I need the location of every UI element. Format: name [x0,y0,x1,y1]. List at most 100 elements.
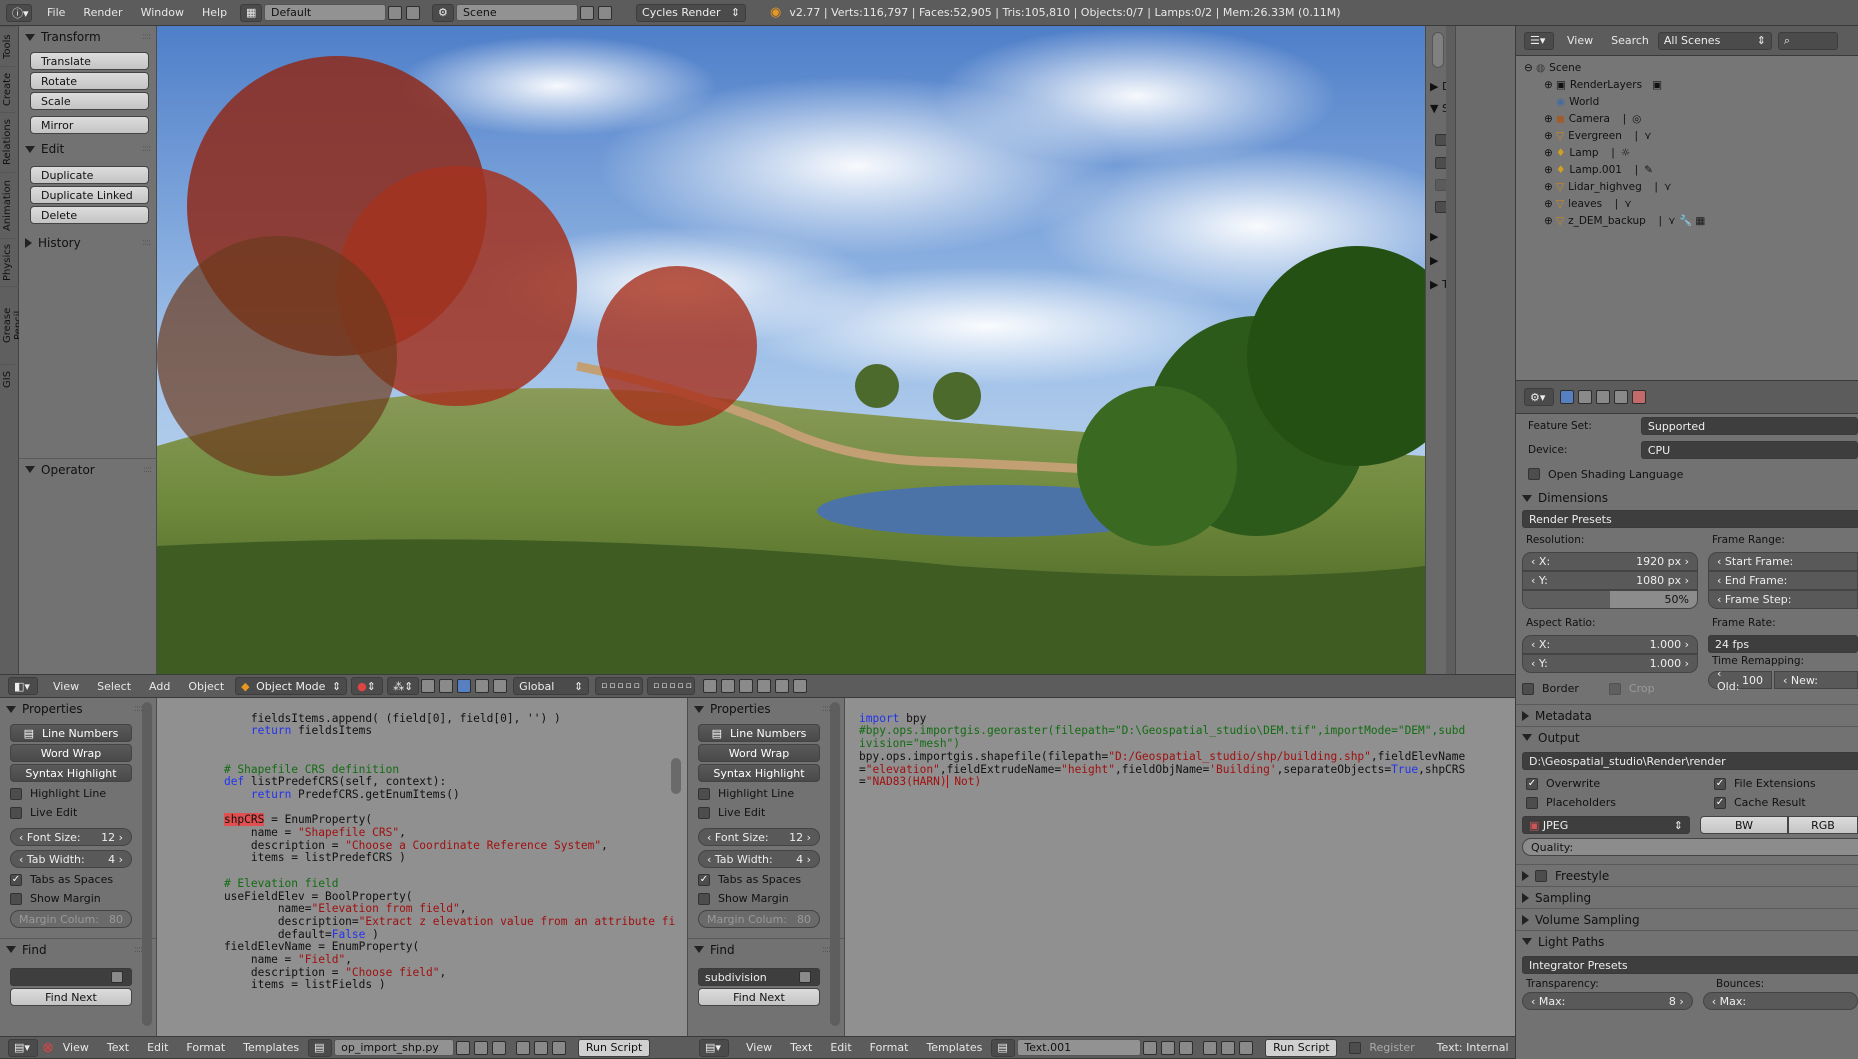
outliner-item-zdem[interactable]: ⊕ ▽ z_DEM_backup ❘ ⋎ 🔧 ▦ [1524,212,1858,229]
viewport-menu-view[interactable]: View [44,680,88,693]
volume-sampling-header[interactable]: Volume Sampling [1516,908,1858,930]
scene-tab-icon[interactable] [1596,390,1610,404]
line-numbers-toggle-left[interactable]: ▤ Line Numbers [10,724,132,742]
menu-file[interactable]: File [38,6,74,19]
time-remap-old-field[interactable]: ‹ Old: 100 [1708,667,1772,693]
aspect-x-field[interactable]: ‹ X: 1.000 › [1522,635,1698,654]
time-remap-new-field[interactable]: ‹ New: [1774,671,1858,689]
tab-width-field-right[interactable]: ‹ Tab Width: 4 › [698,850,820,868]
resolution-y-field[interactable]: ‹ Y: 1080 px › [1522,571,1698,590]
text-left-menu-edit[interactable]: Edit [138,1041,177,1054]
translate-manipulator-icon[interactable] [439,679,454,693]
viewport-properties-strip[interactable]: ▶ Di ▼ S ▶ ▶ ▶ Tr [1425,26,1456,674]
text-right-unlink-icon[interactable] [1179,1040,1194,1055]
delete-button[interactable]: Delete [30,206,149,224]
text-left-properties-header[interactable]: Properties:::: [0,698,156,720]
end-frame-field[interactable]: ‹ End Frame: [1708,571,1858,590]
integrator-presets-select[interactable]: Integrator Presets⇕ [1522,956,1858,974]
run-script-button-left[interactable]: Run Script [578,1038,651,1057]
file-format-select[interactable]: ▣ JPEG ⇕ [1522,816,1690,834]
font-size-field-left[interactable]: ‹ Font Size: 12 › [10,828,132,846]
tab-create[interactable]: Create [0,66,15,112]
scene-selector[interactable]: Scene [456,4,579,21]
tab-relations[interactable]: Relations [0,112,15,172]
text-right-datablock-icon[interactable]: ▤ [991,1038,1016,1057]
quality-slider[interactable]: Quality: [1522,838,1858,856]
scale-button[interactable]: Scale [30,92,149,110]
outliner-item-world[interactable]: ◉ World [1524,93,1858,110]
editor-type-text-icon-right[interactable]: ▤▾ [699,1038,729,1057]
editor-type-3dview-icon[interactable]: ◧▾ [8,677,38,695]
viewport-menu-select[interactable]: Select [88,680,140,693]
editor-type-outliner-icon[interactable]: ☰▾ [1524,31,1554,50]
overwrite-checkbox[interactable]: ✓ Overwrite [1526,774,1714,793]
text-right-properties-header[interactable]: Properties:::: [688,698,844,720]
text-right-menu-view[interactable]: View [737,1041,781,1054]
snap-target-icon[interactable] [757,679,772,693]
layer-buttons-group-2[interactable]: ▫▫▫▫▫ [647,677,696,695]
section-collapsed-1[interactable]: ▶ [1430,230,1438,243]
scroll-handle[interactable] [1432,32,1444,68]
syntax-highlight-toggle-right[interactable]: Syntax Highlight [698,764,820,782]
osl-checkbox[interactable]: Open Shading Language [1516,462,1858,486]
freestyle-header[interactable]: Freestyle [1516,864,1858,886]
live-edit-check-right[interactable]: Live Edit [698,803,820,822]
frame-rate-select[interactable]: 24 fps [1708,635,1858,653]
margin-column-field-right[interactable]: Margin Colum: 80 [698,910,820,928]
section-collapsed-2[interactable]: ▶ [1430,254,1438,267]
props-right-scrollbar[interactable] [830,702,840,1026]
outliner-item-scene[interactable]: ⊖ ◍ Scene [1524,59,1858,76]
outliner-item-lamp001[interactable]: ⊕ ♦ Lamp.001 ❘ ✎ [1524,161,1858,178]
run-script-button-right[interactable]: Run Script [1265,1038,1338,1057]
render-tab-icon[interactable] [1560,390,1574,404]
render-presets-select[interactable]: Render Presets⇕ [1522,510,1858,528]
highlight-line-check-left[interactable]: Highlight Line [10,784,132,803]
text-left-line-numbers-icon[interactable] [516,1040,531,1055]
code-left-scrollbar[interactable] [671,758,681,794]
outliner-filter-select[interactable]: All Scenes ⇕ [1657,31,1772,50]
render-anim-icon[interactable] [793,679,808,693]
menu-help[interactable]: Help [193,6,236,19]
dimensions-header[interactable]: Dimensions [1516,486,1858,510]
text-left-unlink-icon[interactable] [492,1040,507,1055]
start-frame-field[interactable]: ‹ Start Frame: [1708,552,1858,571]
outliner-item-lidar[interactable]: ⊕ ▽ Lidar_highveg ❘ ⋎ [1524,178,1858,195]
transform-panel-header[interactable]: Transform:::: [19,26,156,48]
find-next-button-right[interactable]: Find Next [698,988,820,1006]
editor-type-text-icon-left[interactable]: ▤▾ [8,1038,38,1057]
layer-lock-icon[interactable] [703,679,718,693]
text-left-find-header[interactable]: Find:::: [0,938,156,960]
text-right-menu-templates[interactable]: Templates [917,1041,991,1054]
border-checkbox[interactable]: Border [1522,679,1579,698]
text-right-open-icon[interactable] [1161,1040,1176,1055]
outliner-item-evergreen[interactable]: ⊕ ▽ Evergreen ❘ ⋎ [1524,127,1858,144]
frame-step-field[interactable]: ‹ Frame Step: [1708,590,1858,609]
text-left-record-icon[interactable]: ⊗ [42,1040,54,1056]
remove-layout-icon[interactable] [406,5,421,20]
render-engine-select[interactable]: Cycles Render ⇕ [636,3,747,22]
editor-type-info-icon[interactable]: ⓘ▾ [6,3,32,22]
text-right-menu-format[interactable]: Format [861,1041,918,1054]
output-path-field[interactable]: D:\Geospatial_studio\Render\render [1522,752,1858,770]
menu-render[interactable]: Render [74,6,131,19]
text-left-syntax-icon[interactable] [552,1040,567,1055]
highlight-line-check-right[interactable]: Highlight Line [698,784,820,803]
proportional-edit-icon[interactable] [721,679,736,693]
outliner-item-camera[interactable]: ⊕ ◼ Camera ❘ ◎ [1524,110,1858,127]
find-picker-icon-right[interactable] [799,971,811,983]
outliner-search-field[interactable]: ⌕ [1777,31,1838,50]
text-right-find-header[interactable]: Find:::: [688,938,844,960]
manipulator-toggle-icon[interactable] [421,679,436,693]
crop-checkbox[interactable]: Crop [1608,679,1655,698]
remove-scene-icon[interactable] [598,5,613,20]
word-wrap-toggle-right[interactable]: Word Wrap [698,744,820,762]
find-picker-icon-left[interactable] [111,971,123,983]
find-input-right[interactable]: subdivision [698,968,820,986]
feature-set-select[interactable]: Supported [1640,417,1858,435]
render-layers-tab-icon[interactable] [1578,390,1592,404]
text-left-datablock-icon[interactable]: ▤ [308,1038,333,1057]
syntax-highlight-toggle-left[interactable]: Syntax Highlight [10,764,132,782]
text-left-wrap-icon[interactable] [534,1040,549,1055]
code-editor-right[interactable]: import bpy #bpy.ops.importgis.georaster(f… [845,698,1515,1036]
color-rgb-button[interactable]: RGB [1788,816,1858,834]
